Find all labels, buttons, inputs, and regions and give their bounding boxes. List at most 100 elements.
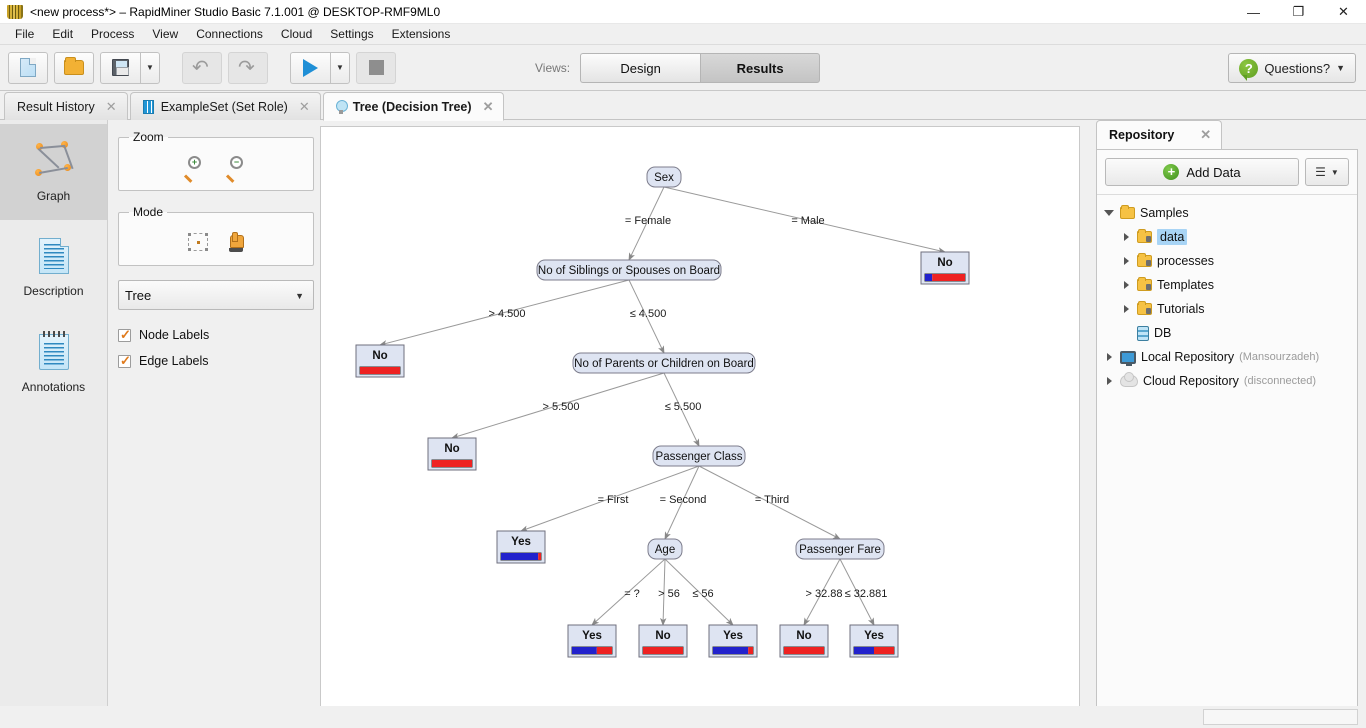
menu-cloud[interactable]: Cloud: [272, 25, 321, 43]
tree-split-node[interactable]: Passenger Fare: [795, 538, 885, 560]
hand-pan-mode-icon[interactable]: [228, 232, 244, 252]
sidebar-item-label: Annotations: [21, 380, 86, 394]
tab-tree-decision-tree[interactable]: Tree (Decision Tree) ✕: [322, 92, 505, 121]
repository-tree-item[interactable]: processes: [1097, 249, 1357, 273]
close-icon[interactable]: ✕: [1200, 127, 1211, 143]
save-button[interactable]: [100, 51, 140, 84]
database-icon: [1137, 325, 1149, 341]
chevron-down-icon[interactable]: [1103, 210, 1115, 216]
tree-leaf-node[interactable]: Yes: [496, 530, 546, 564]
repository-item-label: processes: [1157, 254, 1214, 268]
edge-labels-row[interactable]: Edge Labels: [118, 348, 314, 374]
close-icon[interactable]: ✕: [299, 99, 310, 115]
repository-tree-item[interactable]: Samples: [1097, 201, 1357, 225]
graph-icon: [33, 141, 75, 179]
decision-tree-canvas[interactable]: Sex No of Siblings or Spouses on Board No N…: [320, 126, 1080, 728]
redo-button[interactable]: ↷: [228, 51, 268, 84]
save-split-button: ▼: [100, 51, 160, 84]
repository-menu-button[interactable]: ☰ ▼: [1305, 158, 1349, 186]
chevron-right-icon[interactable]: [1120, 233, 1132, 241]
menu-edit[interactable]: Edit: [43, 25, 82, 43]
run-dropdown-arrow[interactable]: ▼: [330, 51, 350, 84]
tree-node-label: Yes: [723, 630, 743, 642]
tab-exampleset[interactable]: ExampleSet (Set Role) ✕: [129, 92, 321, 120]
repository-tree-item[interactable]: data: [1097, 225, 1357, 249]
sidebar-item-annotations[interactable]: Annotations: [0, 316, 107, 412]
add-data-button[interactable]: + Add Data: [1105, 158, 1299, 186]
close-icon[interactable]: ✕: [483, 99, 494, 115]
tree-split-node[interactable]: No of Siblings or Spouses on Board: [536, 259, 722, 281]
run-process-button[interactable]: [290, 51, 330, 84]
tree-split-node[interactable]: Passenger Class: [652, 445, 746, 467]
magnifier-plus-icon[interactable]: +: [183, 156, 206, 183]
sidebar-item-label: Graph: [36, 189, 71, 203]
magnifier-handle: [225, 174, 235, 183]
save-dropdown-arrow[interactable]: ▼: [140, 51, 160, 84]
repository-tab-bar: Repository ✕: [1090, 120, 1366, 149]
questions-label: Questions?: [1264, 60, 1331, 76]
notepad-icon: [38, 331, 69, 370]
edge-labels-checkbox[interactable]: [118, 353, 131, 369]
plus-circle-icon: +: [1163, 164, 1180, 180]
tree-leaf-node[interactable]: No: [779, 624, 829, 658]
minimize-button[interactable]: —: [1231, 0, 1276, 24]
chevron-right-icon[interactable]: [1120, 305, 1132, 313]
tree-node-label: No of Siblings or Spouses on Board: [538, 265, 720, 277]
maximize-button[interactable]: ❐: [1276, 0, 1321, 24]
tab-repository[interactable]: Repository ✕: [1096, 120, 1223, 149]
hand-cuff: [229, 248, 243, 252]
tree-leaf-node[interactable]: No: [638, 624, 688, 658]
decision-tree-graph[interactable]: Sex No of Siblings or Spouses on Board No N…: [321, 127, 1080, 728]
stop-process-button[interactable]: [356, 51, 396, 84]
repository-tree-item[interactable]: Templates: [1097, 273, 1357, 297]
tree-leaf-node[interactable]: No: [355, 344, 405, 378]
view-results-button[interactable]: Results: [700, 53, 821, 83]
window-title: <new process*> – RapidMiner Studio Basic…: [30, 4, 441, 19]
new-process-button[interactable]: [8, 51, 48, 84]
magnifier-minus-icon[interactable]: −: [225, 156, 248, 183]
sidebar-item-description[interactable]: Description: [0, 220, 107, 316]
graph-controls-panel: Zoom + − Mode Tree ▼ ✓ Node Labels ✓ Edg…: [108, 120, 320, 728]
tree-split-node[interactable]: No of Parents or Children on Board: [572, 352, 756, 374]
folder-icon: [1120, 205, 1135, 219]
close-icon[interactable]: ✕: [106, 99, 117, 115]
tree-leaf-node[interactable]: Yes: [708, 624, 758, 658]
repository-tree-item[interactable]: Tutorials: [1097, 297, 1357, 321]
selection-mode-icon[interactable]: [188, 233, 208, 251]
sidebar-item-graph[interactable]: Graph: [0, 124, 107, 220]
chevron-right-icon[interactable]: [1103, 353, 1115, 361]
undo-button[interactable]: ↶: [182, 51, 222, 84]
tree-leaf-node[interactable]: No: [427, 437, 477, 471]
tree-split-node[interactable]: Sex: [646, 166, 682, 188]
zoom-group-legend: Zoom: [133, 130, 164, 144]
chevron-right-icon[interactable]: [1103, 377, 1115, 385]
chevron-right-icon[interactable]: [1120, 257, 1132, 265]
node-labels-row[interactable]: Node Labels: [118, 322, 314, 348]
tree-split-node[interactable]: Age: [647, 538, 683, 560]
menu-connections[interactable]: Connections: [187, 25, 272, 43]
open-process-button[interactable]: [54, 51, 94, 84]
tree-leaf-node[interactable]: No: [920, 251, 970, 285]
menu-file[interactable]: File: [6, 25, 43, 43]
folder-locked-icon: [1137, 277, 1152, 291]
menu-settings[interactable]: Settings: [321, 25, 382, 43]
tree-node-label: Sex: [654, 172, 674, 184]
menu-view[interactable]: View: [143, 25, 187, 43]
node-labels-checkbox[interactable]: [118, 327, 131, 343]
tree-leaf-node[interactable]: Yes: [849, 624, 899, 658]
tab-result-history[interactable]: Result History ✕: [4, 92, 128, 120]
repository-tree-item[interactable]: Cloud Repository (disconnected): [1097, 369, 1357, 393]
tree-leaf-node[interactable]: Yes: [567, 624, 617, 658]
menu-process[interactable]: Process: [82, 25, 143, 43]
menu-extensions[interactable]: Extensions: [383, 25, 460, 43]
close-button[interactable]: ✕: [1321, 0, 1366, 24]
bar-segment-yes: [854, 647, 874, 654]
repository-tree[interactable]: Samples data processes Templates Tutorials DB…: [1097, 195, 1357, 393]
view-design-button[interactable]: Design: [580, 53, 701, 83]
layout-select[interactable]: Tree: [118, 280, 314, 310]
chevron-right-icon[interactable]: [1120, 281, 1132, 289]
twisty-glyph: [1106, 377, 1112, 385]
repository-tree-item[interactable]: DB: [1097, 321, 1357, 345]
repository-tree-item[interactable]: Local Repository (Mansourzadeh): [1097, 345, 1357, 369]
questions-button[interactable]: ? Questions? ▼: [1228, 53, 1356, 83]
